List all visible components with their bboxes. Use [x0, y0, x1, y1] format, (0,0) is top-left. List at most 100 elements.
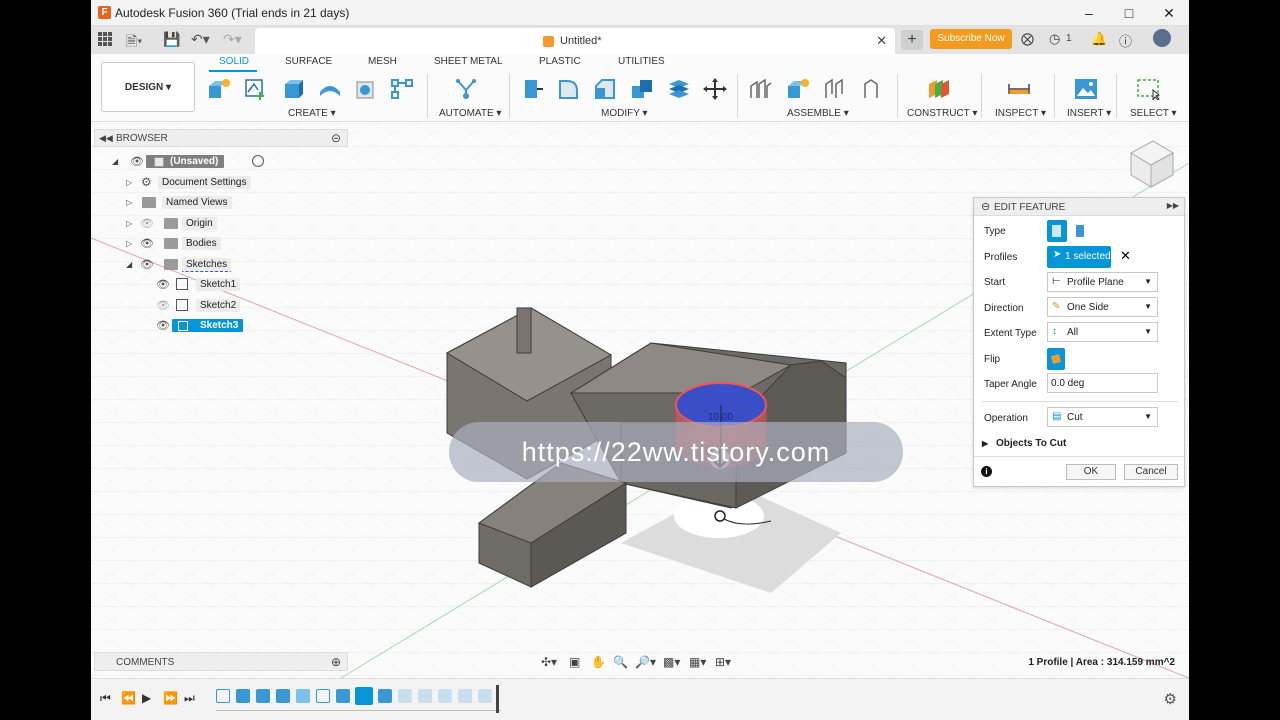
as-built-joint-icon[interactable]: [859, 78, 883, 100]
timeline-extrude-feature[interactable]: [378, 689, 392, 703]
tree-item-unsaved[interactable]: ◢ 👁 (Unsaved): [112, 154, 272, 170]
user-avatar[interactable]: [1153, 29, 1171, 47]
visibility-eye-icon[interactable]: 👁: [130, 155, 144, 168]
close-tab-icon[interactable]: ✕: [876, 33, 887, 49]
assemble-menu[interactable]: ASSEMBLE ▾: [787, 108, 849, 119]
timeline-extrude-feature[interactable]: [276, 689, 290, 703]
redo-icon[interactable]: ↷▾: [223, 31, 242, 48]
measure-icon[interactable]: [1007, 78, 1031, 100]
tab-mesh[interactable]: MESH: [368, 56, 397, 67]
profiles-selection-button[interactable]: ➤ 1 selected: [1047, 246, 1111, 268]
automate-menu[interactable]: AUTOMATE ▾: [439, 108, 501, 119]
automate-icon[interactable]: [454, 78, 478, 100]
timeline-sketch-feature[interactable]: [316, 689, 330, 703]
revolve-icon[interactable]: [318, 78, 342, 100]
browser-header[interactable]: ◀◀ BROWSER ⊝: [94, 129, 348, 147]
new-component-icon[interactable]: [207, 78, 231, 100]
tree-item-named-views[interactable]: ▷ Named Views: [126, 195, 286, 211]
go-to-end-icon[interactable]: ⏭: [184, 691, 195, 706]
job-status-icon[interactable]: ◷: [1049, 31, 1060, 47]
browser-pin-icon[interactable]: ⊝: [331, 131, 341, 145]
tree-item-sketch1[interactable]: 👁 Sketch1: [156, 277, 316, 293]
start-dropdown[interactable]: ⊢ Profile Plane ▼: [1047, 272, 1158, 292]
timeline-sketch-feature[interactable]: [216, 689, 230, 703]
timeline-suppressed-feature[interactable]: [438, 689, 452, 703]
new-component-assemble-icon[interactable]: [749, 78, 773, 100]
subscribe-button[interactable]: Subscribe Now: [930, 29, 1012, 49]
tree-item-sketches[interactable]: ◢ 👁 Sketches: [126, 257, 286, 273]
timeline-suppressed-feature[interactable]: [458, 689, 472, 703]
visibility-eye-icon[interactable]: 👁: [156, 278, 170, 291]
tree-item-sketch2[interactable]: 👁 Sketch2: [156, 298, 316, 314]
step-back-icon[interactable]: ⏪: [121, 691, 136, 705]
taper-angle-input[interactable]: 0.0 deg: [1047, 373, 1158, 393]
timeline-marker[interactable]: [496, 685, 499, 713]
pattern-icon[interactable]: [390, 78, 414, 100]
close-window-button[interactable]: ✕: [1149, 0, 1189, 26]
new-component-2-icon[interactable]: [786, 78, 810, 100]
select-menu[interactable]: SELECT ▾: [1130, 108, 1177, 119]
construct-menu[interactable]: CONSTRUCT ▾: [907, 108, 977, 119]
direction-dropdown[interactable]: ✎ One Side ▼: [1047, 297, 1158, 317]
objects-to-cut-section[interactable]: ▶ Objects To Cut: [982, 438, 1066, 449]
create-sketch-icon[interactable]: [244, 78, 268, 100]
file-menu-icon[interactable]: 🗎▾: [126, 31, 142, 55]
minimize-button[interactable]: –: [1069, 0, 1109, 26]
timeline-suppressed-feature[interactable]: [398, 689, 412, 703]
type-thin-icon[interactable]: [1074, 223, 1088, 239]
look-at-icon[interactable]: ▣: [569, 655, 580, 669]
joint-icon[interactable]: [822, 78, 846, 100]
fit-icon[interactable]: 🔎▾: [635, 655, 656, 669]
combine-icon[interactable]: [667, 78, 691, 100]
grid-settings-icon[interactable]: ▦▾: [689, 655, 706, 669]
visibility-eye-icon[interactable]: 👁: [156, 319, 170, 332]
comments-panel[interactable]: COMMENTS ⊕: [94, 652, 348, 671]
inspect-menu[interactable]: INSPECT ▾: [995, 108, 1046, 119]
zoom-icon[interactable]: 🔍: [613, 655, 628, 669]
expand-triangle-icon[interactable]: ◢: [112, 157, 118, 166]
tab-sheet-metal[interactable]: SHEET METAL: [434, 56, 503, 67]
data-panel-grid-icon[interactable]: [98, 32, 112, 46]
expand-triangle-icon[interactable]: ▷: [126, 198, 132, 207]
timeline-fillet-feature[interactable]: [296, 689, 310, 703]
maximize-button[interactable]: □: [1109, 0, 1149, 26]
extrude-icon[interactable]: [281, 78, 305, 100]
tab-surface[interactable]: SURFACE: [285, 56, 332, 67]
expand-triangle-icon[interactable]: ▷: [126, 239, 132, 248]
undo-icon[interactable]: ↶▾: [191, 31, 210, 48]
operation-dropdown[interactable]: ▤ Cut ▼: [1047, 407, 1158, 427]
extensions-icon[interactable]: ⨂: [1021, 31, 1034, 47]
tree-item-document-settings[interactable]: ▷ ⚙ Document Settings: [126, 175, 286, 191]
orbit-icon[interactable]: ✣▾: [541, 655, 557, 669]
shell-icon[interactable]: [630, 78, 654, 100]
fillet-icon[interactable]: [557, 78, 581, 100]
ok-button[interactable]: OK: [1066, 464, 1116, 480]
step-forward-icon[interactable]: ⏩: [163, 691, 178, 705]
expand-dialog-icon[interactable]: ▶▶: [1167, 201, 1179, 210]
timeline-suppressed-feature[interactable]: [478, 689, 492, 703]
tree-item-bodies[interactable]: ▷ 👁 Bodies: [126, 236, 286, 252]
visibility-eye-hidden-icon[interactable]: 👁: [156, 299, 170, 312]
play-icon[interactable]: ▶: [142, 691, 151, 705]
flip-toggle[interactable]: [1047, 348, 1065, 370]
timeline-extrude-feature[interactable]: [236, 689, 250, 703]
extent-type-dropdown[interactable]: ↕ All ▼: [1047, 322, 1158, 342]
visibility-eye-icon[interactable]: 👁: [140, 258, 154, 271]
insert-image-icon[interactable]: [1074, 78, 1098, 100]
timeline-extrude-feature[interactable]: [256, 689, 270, 703]
tab-solid[interactable]: SOLID: [219, 56, 249, 67]
display-settings-icon[interactable]: ▩▾: [663, 655, 680, 669]
help-icon[interactable]: ⓘ: [1119, 31, 1132, 50]
notifications-icon[interactable]: 🔔: [1091, 31, 1107, 47]
modify-menu[interactable]: MODIFY ▾: [601, 108, 648, 119]
timeline-extrude-feature[interactable]: [336, 689, 350, 703]
info-icon[interactable]: i: [981, 466, 992, 477]
timeline-active-sketch[interactable]: [355, 687, 373, 705]
tab-utilities[interactable]: UTILITIES: [618, 56, 665, 67]
collapse-dialog-icon[interactable]: ⊖: [981, 200, 990, 213]
workspace-switcher-button[interactable]: DESIGN ▾: [101, 62, 195, 112]
activate-radio-icon[interactable]: [252, 155, 264, 167]
tree-item-sketch3[interactable]: 👁 Sketch3: [156, 318, 316, 334]
visibility-eye-icon[interactable]: 👁: [140, 237, 154, 250]
press-pull-icon[interactable]: [521, 78, 545, 100]
